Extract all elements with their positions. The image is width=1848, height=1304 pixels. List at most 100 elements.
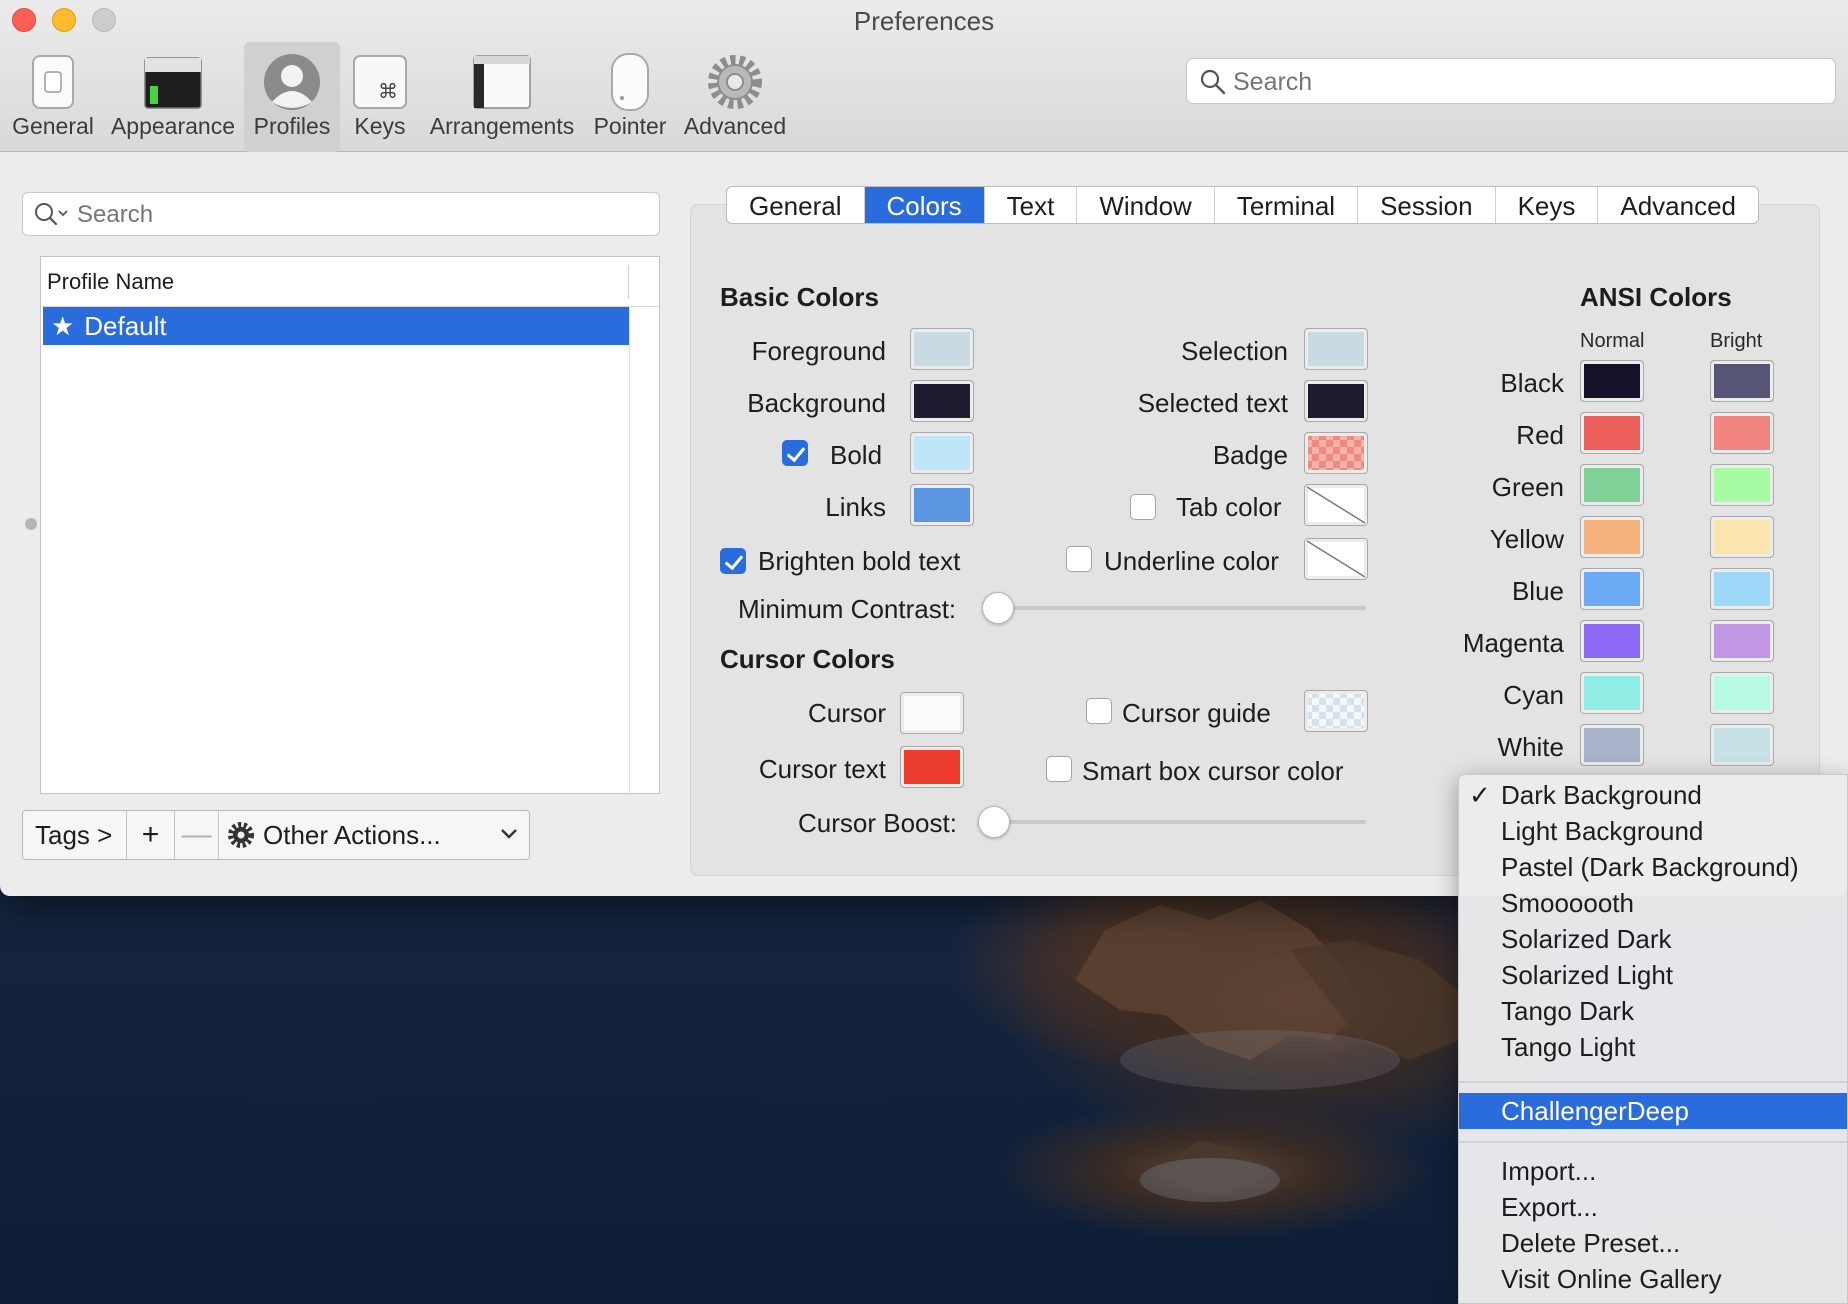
tab-general[interactable]: General	[727, 187, 865, 223]
ansi-blue-normal-color-well[interactable]	[1580, 568, 1644, 610]
preset-menu-item-light-background[interactable]: Light Background	[1459, 813, 1847, 849]
remove-profile-button[interactable]: —	[175, 811, 219, 859]
appearance-window-icon	[144, 57, 202, 109]
ansi-bright-heading: Bright	[1710, 330, 1763, 352]
profile-name-column-header[interactable]: Profile Name	[41, 257, 659, 307]
ansi-blue-bright-color-well[interactable]	[1710, 568, 1774, 610]
profile-search-input[interactable]	[77, 199, 647, 231]
selection-label: Selection	[1181, 336, 1288, 366]
preset-menu-item-smoooooth[interactable]: Smoooooth	[1459, 885, 1847, 921]
toolbar-search-field[interactable]	[1186, 58, 1836, 104]
badge-color-well[interactable]	[1304, 432, 1368, 474]
underline-color-well[interactable]	[1304, 538, 1368, 580]
ansi-yellow-normal-color-well[interactable]	[1580, 516, 1644, 558]
preset-menu-item-solarized-light[interactable]: Solarized Light	[1459, 957, 1847, 993]
arrangements-window-icon	[473, 55, 531, 109]
preset-menu-item-import[interactable]: Import...	[1459, 1153, 1847, 1189]
ansi-green-label: Green	[1491, 472, 1564, 502]
preset-menu-item-challengerdeep[interactable]: ChallengerDeep	[1459, 1093, 1847, 1129]
cursor-text-label: Cursor text	[758, 754, 886, 784]
preset-menu-item-visit-online-gallery[interactable]: Visit Online Gallery	[1459, 1261, 1847, 1297]
ansi-white-normal-color-well[interactable]	[1580, 724, 1644, 766]
ansi-black-bright-color-well[interactable]	[1710, 360, 1774, 402]
tab-text[interactable]: Text	[985, 187, 1078, 223]
toolbar-arrangements[interactable]: Arrangements	[424, 42, 580, 152]
tab-color-well[interactable]	[1304, 484, 1368, 526]
bold-checkbox[interactable]	[782, 440, 808, 466]
cursor-color-well[interactable]	[900, 692, 964, 734]
bold-color-well[interactable]	[910, 432, 974, 474]
tab-color-checkbox[interactable]	[1130, 494, 1156, 520]
toolbar-label: Arrangements	[429, 113, 575, 139]
other-actions-popup[interactable]: Other Actions...	[219, 811, 529, 859]
chevron-down-icon	[501, 829, 517, 839]
split-view-handle[interactable]	[25, 518, 37, 530]
toolbar-appearance[interactable]: Appearance	[108, 42, 238, 152]
cursor-boost-track[interactable]	[994, 820, 1366, 824]
links-color-well[interactable]	[910, 484, 974, 526]
ansi-cyan-bright-color-well[interactable]	[1710, 672, 1774, 714]
menu-item-label: Tango Light	[1501, 1032, 1636, 1062]
toolbar-keys[interactable]: ⌘ Keys	[344, 42, 416, 152]
preset-menu-item-delete-preset[interactable]: Delete Preset...	[1459, 1225, 1847, 1261]
ansi-magenta-bright-color-well[interactable]	[1710, 620, 1774, 662]
smart-box-cursor-label: Smart box cursor color	[1082, 756, 1344, 786]
profile-search-field[interactable]	[22, 192, 660, 236]
ansi-yellow-bright-color-well[interactable]	[1710, 516, 1774, 558]
ansi-magenta-normal-color-well[interactable]	[1580, 620, 1644, 662]
preset-menu-item-export[interactable]: Export...	[1459, 1189, 1847, 1225]
toolbar-advanced[interactable]: Advanced	[680, 42, 790, 152]
toolbar-pointer[interactable]: Pointer	[588, 42, 672, 152]
ansi-green-normal-color-well[interactable]	[1580, 464, 1644, 506]
background-color-well[interactable]	[910, 380, 974, 422]
cursor-guide-label: Cursor guide	[1122, 698, 1271, 728]
ansi-white-label: White	[1497, 732, 1564, 762]
tab-colors[interactable]: Colors	[864, 187, 985, 223]
links-label: Links	[825, 492, 886, 522]
ansi-green-bright-color-well[interactable]	[1710, 464, 1774, 506]
tab-keys[interactable]: Keys	[1496, 187, 1599, 223]
tags-button[interactable]: Tags >	[23, 811, 127, 859]
selection-color-well[interactable]	[1304, 328, 1368, 370]
background-label: Background	[747, 388, 886, 418]
toolbar-search-input[interactable]	[1233, 65, 1823, 99]
underline-color-label: Underline color	[1104, 546, 1279, 576]
preset-menu-item-tango-dark[interactable]: Tango Dark	[1459, 993, 1847, 1029]
preset-menu-item-solarized-dark[interactable]: Solarized Dark	[1459, 921, 1847, 957]
cursor-colors-heading: Cursor Colors	[720, 644, 895, 674]
general-switch-icon	[32, 55, 74, 109]
tab-terminal[interactable]: Terminal	[1215, 187, 1359, 223]
cursor-boost-slider-knob[interactable]	[978, 806, 1010, 838]
ansi-red-bright-color-well[interactable]	[1710, 412, 1774, 454]
profile-tab-bar: General Colors Text Window Terminal Sess…	[726, 186, 1760, 224]
smart-box-cursor-checkbox[interactable]	[1046, 756, 1072, 782]
brighten-bold-checkbox[interactable]	[720, 548, 746, 574]
foreground-color-well[interactable]	[910, 328, 974, 370]
tab-advanced[interactable]: Advanced	[1598, 187, 1758, 223]
ansi-black-normal-color-well[interactable]	[1580, 360, 1644, 402]
ansi-cyan-normal-color-well[interactable]	[1580, 672, 1644, 714]
preferences-window: Preferences General Appearance Profiles …	[0, 0, 1848, 896]
cursor-text-color-well[interactable]	[900, 746, 964, 788]
minimum-contrast-label: Minimum Contrast:	[738, 594, 957, 624]
add-profile-button[interactable]: +	[127, 811, 175, 859]
cursor-guide-checkbox[interactable]	[1086, 698, 1112, 724]
preset-menu-item-tango-light[interactable]: Tango Light	[1459, 1029, 1847, 1065]
toolbar-general[interactable]: General	[8, 42, 98, 152]
preset-menu-item-dark-background[interactable]: ✓ Dark Background	[1459, 777, 1847, 813]
minimum-contrast-track[interactable]	[998, 606, 1366, 610]
ansi-red-normal-color-well[interactable]	[1580, 412, 1644, 454]
selected-text-color-well[interactable]	[1304, 380, 1368, 422]
tab-window[interactable]: Window	[1077, 187, 1215, 223]
underline-color-checkbox[interactable]	[1066, 546, 1092, 572]
menu-separator	[1459, 1141, 1847, 1143]
toolbar-profiles[interactable]: Profiles	[244, 42, 340, 152]
minimum-contrast-slider-knob[interactable]	[982, 592, 1014, 624]
brighten-bold-label: Brighten bold text	[758, 546, 961, 576]
ansi-white-bright-color-well[interactable]	[1710, 724, 1774, 766]
star-icon: ★	[51, 311, 75, 341]
preset-menu-item-pastel-dark-background[interactable]: Pastel (Dark Background)	[1459, 849, 1847, 885]
profile-row-default[interactable]: ★ Default	[43, 307, 629, 345]
cursor-guide-color-well[interactable]	[1304, 690, 1368, 732]
tab-session[interactable]: Session	[1358, 187, 1496, 223]
